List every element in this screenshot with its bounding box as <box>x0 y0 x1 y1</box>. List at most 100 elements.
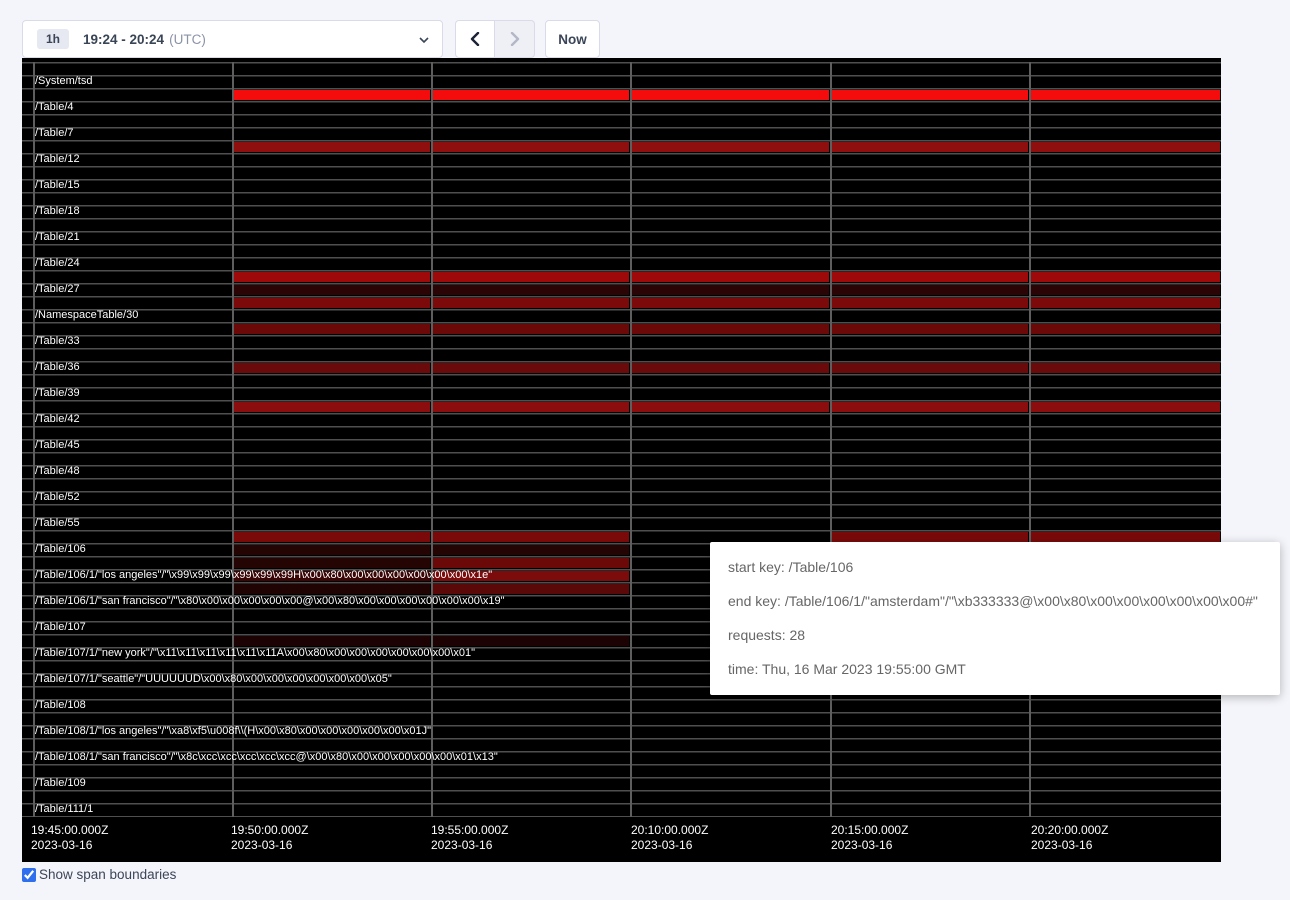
row-label: /Table/52 <box>35 491 80 504</box>
heatmap-cell[interactable] <box>1030 90 1220 100</box>
previous-interval-button[interactable] <box>455 20 495 58</box>
grid-line <box>1029 62 1031 817</box>
heatmap-cell[interactable] <box>432 558 629 568</box>
axis-time-label: 20:10:00.000Z <box>631 823 708 838</box>
heatmap-cell[interactable] <box>233 272 430 282</box>
heatmap-cell[interactable] <box>631 402 829 412</box>
heatmap-cell[interactable] <box>432 324 629 334</box>
heatmap-cell[interactable] <box>1030 324 1220 334</box>
heatmap-cell[interactable] <box>631 324 829 334</box>
heatmap-cell[interactable] <box>1030 402 1220 412</box>
heatmap-cell[interactable] <box>432 402 629 412</box>
row-label: /Table/109 <box>35 777 86 790</box>
axis-date-label: 2023-03-16 <box>31 838 108 853</box>
duration-badge: 1h <box>37 29 69 49</box>
axis-date-label: 2023-03-16 <box>631 838 708 853</box>
heatmap-cell[interactable] <box>831 532 1028 542</box>
heatmap-cell[interactable] <box>1030 532 1220 542</box>
heatmap-cell[interactable] <box>1030 142 1220 152</box>
heatmap-cell[interactable] <box>432 142 629 152</box>
axis-time-label: 19:50:00.000Z <box>231 823 308 838</box>
heatmap-cell[interactable] <box>831 90 1028 100</box>
row-label: /Table/36 <box>35 361 80 374</box>
row-label: /Table/24 <box>35 257 80 270</box>
heatmap-cell[interactable] <box>233 584 430 594</box>
heatmap-cell[interactable] <box>631 285 829 295</box>
grid-line <box>232 62 234 817</box>
time-range-select[interactable]: 1h 19:24 - 20:24 (UTC) <box>22 20 443 58</box>
heatmap-cell[interactable] <box>432 90 629 100</box>
heatmap-cell[interactable] <box>432 636 629 646</box>
row-label: /Table/12 <box>35 153 80 166</box>
heatmap-cell[interactable] <box>631 298 829 308</box>
grid-line <box>630 62 632 817</box>
heatmap-cell[interactable] <box>1030 285 1220 295</box>
heatmap-cell[interactable] <box>631 90 829 100</box>
row-label: /Table/108/1/"los angeles"/"\xa8\xf5\u00… <box>35 725 431 738</box>
row-label: /Table/106/1/"san francisco"/"\x80\x00\x… <box>35 595 505 608</box>
heatmap-cell[interactable] <box>831 363 1028 373</box>
axis-date-label: 2023-03-16 <box>1031 838 1108 853</box>
now-button[interactable]: Now <box>545 20 600 58</box>
row-label: /Table/108/1/"san francisco"/"\x8c\xcc\x… <box>35 751 498 764</box>
axis-tick: 20:20:00.000Z2023-03-16 <box>1031 823 1108 853</box>
row-label: /Table/55 <box>35 517 80 530</box>
row-label: /Table/111/1 <box>35 803 93 816</box>
row-label: /Table/33 <box>35 335 80 348</box>
heatmap-cell[interactable] <box>432 532 629 542</box>
heatmap-cell[interactable] <box>631 363 829 373</box>
axis-date-label: 2023-03-16 <box>231 838 308 853</box>
heatmap-cell[interactable] <box>233 90 430 100</box>
axis-time-label: 20:20:00.000Z <box>1031 823 1108 838</box>
heatmap-cell[interactable] <box>233 363 430 373</box>
show-span-boundaries-checkbox[interactable] <box>22 868 36 882</box>
heatmap-cell[interactable] <box>233 402 430 412</box>
row-label: /NamespaceTable/30 <box>35 309 138 322</box>
heatmap-cell[interactable] <box>631 142 829 152</box>
heatmap-cell[interactable] <box>233 142 430 152</box>
tooltip-start-key: start key: /Table/106 <box>728 550 1262 584</box>
heatmap-cell[interactable] <box>432 298 629 308</box>
heatmap-cell[interactable] <box>1030 363 1220 373</box>
row-label: /Table/107/1/"seattle"/"UUUUUUD\x00\x80\… <box>35 673 392 686</box>
heatmap-cell[interactable] <box>233 298 430 308</box>
chevron-left-icon <box>469 32 481 46</box>
heatmap-cell[interactable] <box>432 545 629 555</box>
heatmap-cell[interactable] <box>831 298 1028 308</box>
heatmap[interactable]: /System/tsd/Table/4/Table/7/Table/12/Tab… <box>22 58 1221 862</box>
heatmap-cell[interactable] <box>432 584 629 594</box>
row-label: /Table/4 <box>35 101 74 114</box>
heatmap-cell[interactable] <box>432 363 629 373</box>
heatmap-cell[interactable] <box>233 558 430 568</box>
heatmap-cell[interactable] <box>432 272 629 282</box>
heatmap-cell[interactable] <box>831 285 1028 295</box>
heatmap-cell[interactable] <box>1030 272 1220 282</box>
grid-line <box>830 62 832 817</box>
row-label: /Table/108 <box>35 699 86 712</box>
row-label: /Table/107 <box>35 621 86 634</box>
span-boundaries-toggle: Show span boundaries <box>22 867 176 882</box>
heatmap-cell[interactable] <box>831 142 1028 152</box>
heatmap-cell[interactable] <box>831 272 1028 282</box>
row-label: /Table/15 <box>35 179 80 192</box>
row-label: /Table/21 <box>35 231 80 244</box>
heatmap-cell[interactable] <box>831 402 1028 412</box>
heatmap-cell[interactable] <box>233 324 430 334</box>
row-label: /Table/18 <box>35 205 80 218</box>
show-span-boundaries-label[interactable]: Show span boundaries <box>39 867 176 882</box>
heatmap-cell[interactable] <box>233 545 430 555</box>
chevron-right-icon <box>509 32 521 46</box>
heatmap-cell[interactable] <box>233 285 430 295</box>
heatmap-cell[interactable] <box>432 285 629 295</box>
row-label: /Table/45 <box>35 439 80 452</box>
heatmap-cell[interactable] <box>1030 298 1220 308</box>
heatmap-cell[interactable] <box>831 324 1028 334</box>
row-label: /Table/27 <box>35 283 80 296</box>
heatmap-cell[interactable] <box>233 636 430 646</box>
axis-tick: 20:15:00.000Z2023-03-16 <box>831 823 908 853</box>
row-label: /Table/7 <box>35 127 74 140</box>
next-interval-button[interactable] <box>495 20 535 58</box>
tooltip-time: time: Thu, 16 Mar 2023 19:55:00 GMT <box>728 652 1262 686</box>
heatmap-cell[interactable] <box>233 532 430 542</box>
heatmap-cell[interactable] <box>631 272 829 282</box>
